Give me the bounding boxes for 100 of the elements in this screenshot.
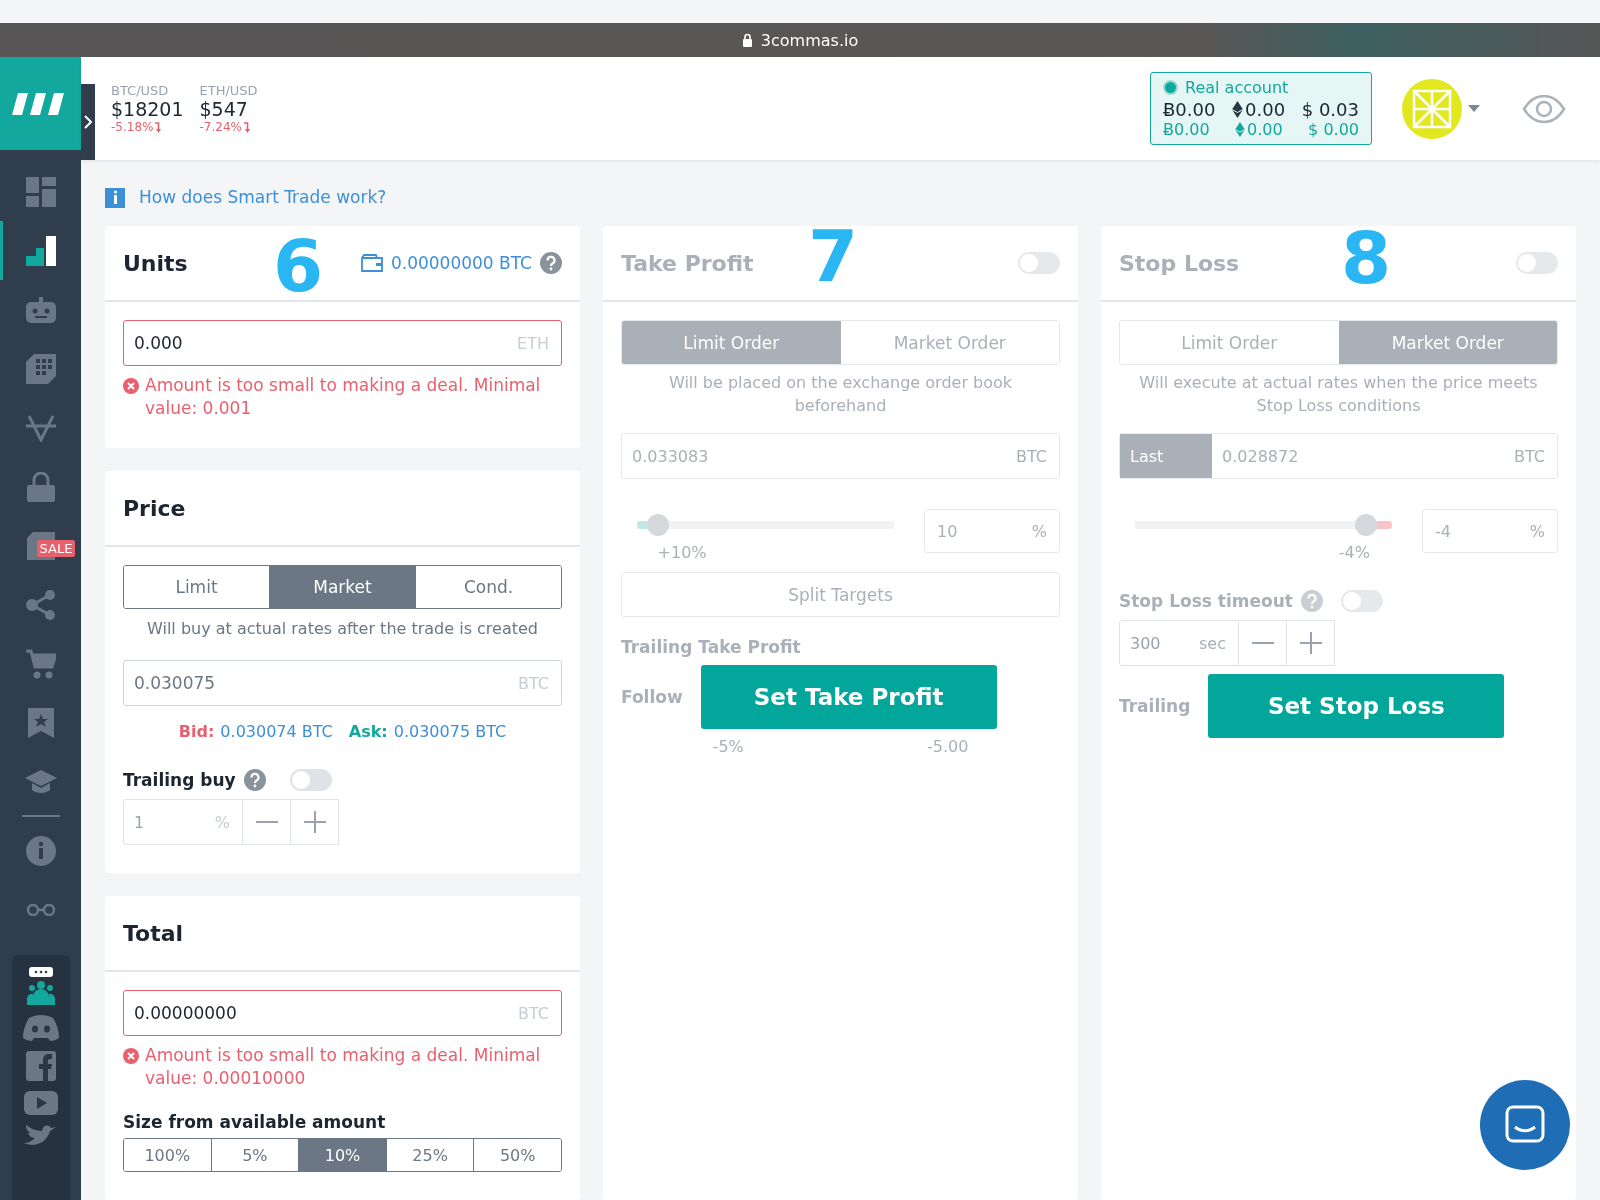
timeout-label: Stop Loss timeout bbox=[1119, 591, 1293, 611]
card-title: Stop Loss bbox=[1119, 250, 1240, 276]
diamond-icon bbox=[1235, 122, 1246, 137]
balance-amount: $ 0.03 bbox=[1301, 99, 1359, 120]
order-note: Will execute at actual rates when the price meets Stop Loss conditions bbox=[1138, 372, 1539, 417]
set-take-profit-button[interactable]: Set Take Profit bbox=[700, 665, 997, 729]
bid-price-link[interactable]: 0.030074 BTC bbox=[220, 722, 333, 741]
gamepad-face-icon[interactable] bbox=[22, 1015, 59, 1041]
trailing-label: Trailing bbox=[1119, 696, 1191, 716]
trailing-buy-label: Trailing buy bbox=[123, 770, 236, 790]
help-icon[interactable] bbox=[1300, 590, 1323, 612]
ticker-price: $547 bbox=[199, 98, 249, 120]
percent-field[interactable]: 10 % bbox=[924, 509, 1060, 553]
percent-field[interactable]: -4 % bbox=[1422, 509, 1558, 553]
units-field[interactable]: 0.000 ETH bbox=[123, 320, 562, 366]
split-targets-button[interactable]: Split Targets bbox=[621, 572, 1060, 617]
wallet-icon bbox=[360, 254, 383, 272]
info-icon bbox=[105, 186, 125, 208]
error-icon bbox=[123, 378, 139, 394]
cart-icon bbox=[25, 648, 56, 679]
community-icon[interactable] bbox=[26, 967, 55, 1005]
timeout-toggle[interactable] bbox=[1340, 590, 1383, 612]
order-type-tab[interactable]: Market Order bbox=[1338, 321, 1557, 364]
expand-button[interactable] bbox=[81, 84, 95, 160]
reserved-amount: Ƀ0.00 bbox=[1163, 120, 1210, 139]
avatar-icon bbox=[1402, 78, 1462, 139]
bid-label: Bid: bbox=[178, 722, 215, 741]
avatar-menu[interactable] bbox=[1402, 78, 1480, 139]
size-option[interactable]: 50% bbox=[473, 1139, 561, 1171]
wallet-balance: 0.00000000 BTC bbox=[390, 253, 532, 273]
order-type-tab[interactable]: Limit Order bbox=[622, 321, 841, 364]
order-note: Will be placed on the exchange order book beforehand bbox=[667, 372, 1014, 417]
bar-chart-icon bbox=[25, 235, 56, 266]
help-icon[interactable] bbox=[540, 252, 562, 274]
step-number: 6 bbox=[273, 230, 324, 302]
card-title: Total bbox=[123, 920, 184, 946]
help-link[interactable]: How does Smart Trade work? bbox=[139, 187, 387, 207]
down-arrow-icon bbox=[155, 121, 163, 133]
card-title: Units bbox=[123, 250, 188, 276]
status-dot-icon bbox=[1163, 80, 1178, 95]
eye-icon[interactable] bbox=[1522, 94, 1566, 123]
decrease-button[interactable] bbox=[1239, 620, 1287, 666]
ticker-pair: BTC/USD bbox=[111, 83, 170, 98]
error-message: Amount is too small to making a deal. Minimal value: 0.001 bbox=[145, 374, 542, 420]
take-profit-price-field[interactable]: 0.033083 BTC bbox=[621, 433, 1060, 479]
grid-icon bbox=[25, 353, 56, 384]
bird-icon[interactable] bbox=[23, 1125, 58, 1145]
follow-label: Follow bbox=[621, 687, 683, 707]
dashboard-icon bbox=[25, 176, 56, 207]
error-message: Amount is too small to making a deal. Minimal value: 0.00010000 bbox=[145, 1044, 542, 1090]
reserved-amount: 0.00 bbox=[1247, 120, 1283, 139]
increase-button[interactable] bbox=[1287, 620, 1335, 666]
price-note: Will buy at actual rates after the trade is created bbox=[146, 619, 539, 638]
trailing-percent-field[interactable]: 1 % bbox=[123, 799, 243, 845]
total-field[interactable]: 0.00000000 BTC bbox=[123, 990, 562, 1036]
trailing-take-profit-label: Trailing Take Profit bbox=[621, 637, 802, 657]
reserved-amount: $ 0.00 bbox=[1308, 120, 1359, 139]
ask-label: Ask: bbox=[348, 722, 388, 741]
play-button-icon[interactable] bbox=[23, 1091, 58, 1115]
caret-icon bbox=[1468, 105, 1480, 112]
follow-value: -5.00 bbox=[927, 737, 969, 756]
ticker-change: -7.24% bbox=[199, 120, 242, 134]
facebook-icon[interactable] bbox=[25, 1051, 56, 1081]
decrease-button[interactable] bbox=[243, 799, 291, 845]
card-title: Take Profit bbox=[621, 250, 754, 276]
timeout-field[interactable]: 300 sec bbox=[1119, 620, 1239, 666]
price-type-tab[interactable]: Cond. bbox=[415, 566, 561, 608]
ticker-pair: ETH/USD bbox=[199, 83, 258, 98]
ticker-price: $18201 bbox=[111, 98, 184, 120]
step-number: 7 bbox=[808, 220, 859, 292]
ask-price-link[interactable]: 0.030075 BTC bbox=[393, 722, 507, 741]
slider-reading: -4% bbox=[1337, 543, 1371, 562]
error-icon bbox=[123, 1048, 139, 1064]
trailing-toggle[interactable] bbox=[289, 769, 332, 791]
account-label: Real account bbox=[1185, 78, 1289, 97]
take-profit-toggle[interactable] bbox=[1018, 252, 1060, 274]
diamond-icon bbox=[1232, 101, 1244, 118]
chevron-right-icon bbox=[84, 115, 92, 129]
price-field[interactable]: 0.030075 BTC bbox=[123, 660, 562, 706]
account-card[interactable]: Real account Ƀ0.00 0.00 $ 0.03 Ƀ0.00 0.00 $ 0.00 bbox=[1150, 72, 1372, 145]
url-text: 3commas.io bbox=[760, 30, 859, 50]
down-arrow-icon bbox=[244, 121, 251, 133]
v-symbol-icon bbox=[25, 413, 56, 442]
chat-bubble-icon bbox=[1505, 1105, 1545, 1145]
set-stop-loss-button[interactable]: Set Stop Loss bbox=[1208, 674, 1505, 738]
balance-amount: Ƀ0.00 bbox=[1163, 99, 1216, 120]
minus-icon bbox=[1251, 642, 1274, 644]
plus-icon bbox=[303, 811, 326, 833]
price-type-tab[interactable]: Market bbox=[269, 566, 415, 608]
nav-item[interactable]: SALE bbox=[0, 516, 81, 575]
lock-icon bbox=[26, 471, 55, 502]
help-icon[interactable] bbox=[243, 769, 266, 791]
increase-button[interactable] bbox=[291, 799, 339, 845]
ticker-change: -5.18% bbox=[111, 120, 154, 134]
follow-reading: -5% bbox=[712, 737, 744, 756]
share-icon bbox=[25, 589, 56, 620]
stop-loss-toggle[interactable] bbox=[1516, 252, 1558, 274]
size-option[interactable]: 10% bbox=[298, 1139, 386, 1171]
minus-icon bbox=[255, 821, 278, 823]
step-number: 8 bbox=[1341, 222, 1392, 294]
